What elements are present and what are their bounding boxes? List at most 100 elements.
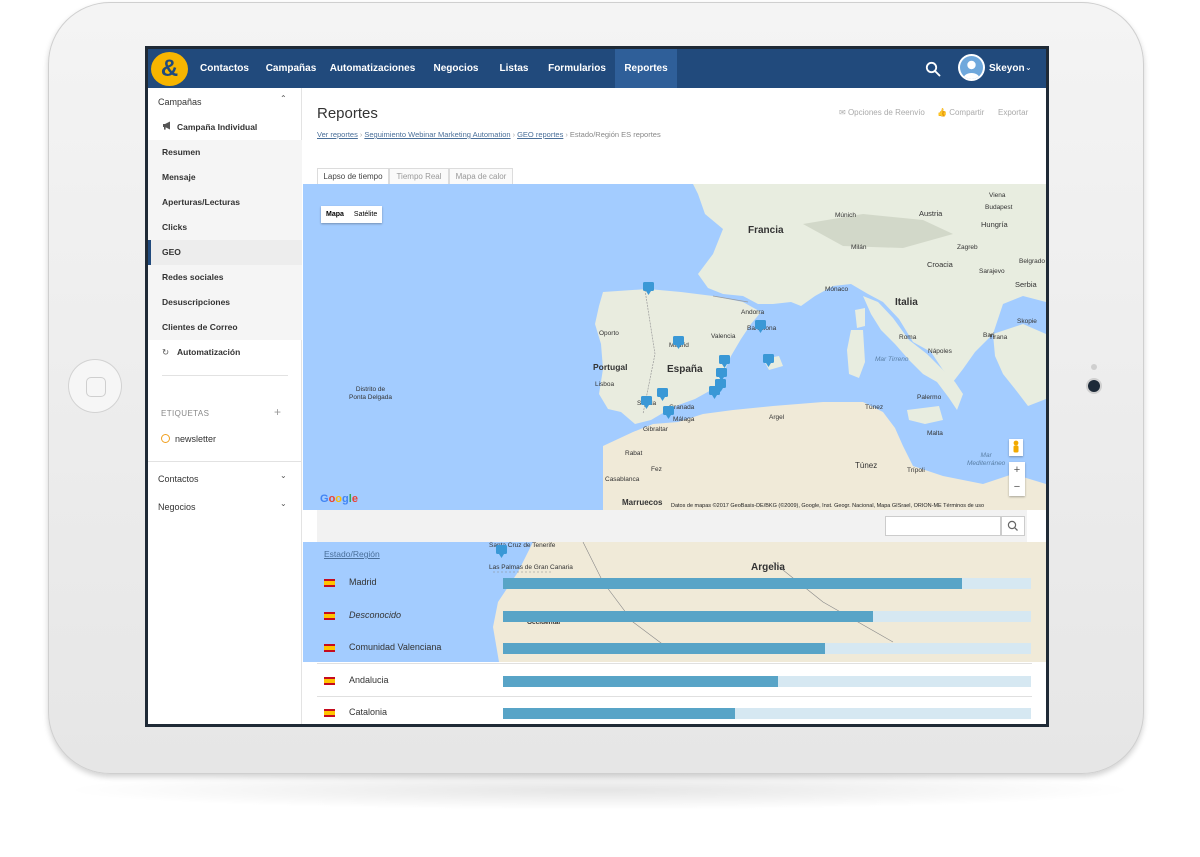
tab-mapa-de-calor[interactable]: Mapa de calor [449, 168, 513, 185]
map-label-fez: Fez [651, 466, 662, 473]
table-row[interactable]: Desconocido [317, 600, 1032, 632]
map-label-andorra: Andorra [741, 309, 765, 316]
sidebar-item-redes-sociales[interactable]: Redes sociales [148, 265, 302, 290]
search-button[interactable] [1001, 516, 1025, 536]
breadcrumb-link[interactable]: GEO reportes [517, 130, 563, 139]
geo-map[interactable]: Mapa Satélite Francia España Portugal Ita… [303, 184, 1046, 510]
map-label-milan: Milán [851, 244, 867, 251]
logo[interactable]: & [151, 52, 188, 86]
map-label-monaco: Mónaco [825, 286, 849, 293]
progress-bar-fill [503, 643, 826, 654]
map-label-portugal: Portugal [593, 362, 628, 372]
map-pin-icon[interactable] [657, 388, 668, 401]
map-pin-icon[interactable] [763, 354, 774, 367]
map-label-rabat: Rabat [625, 450, 643, 457]
table-row[interactable]: Comunidad Valenciana [317, 632, 1032, 664]
sidebar-item-automatizacion[interactable]: ↻ Automatización [148, 340, 302, 365]
breadcrumb-separator: › [359, 130, 363, 139]
map-label-roma: Roma [899, 334, 917, 341]
map-label-tirana: Tirana [989, 334, 1008, 341]
sensor-dot [1091, 364, 1097, 370]
spain-flag-icon [324, 709, 335, 717]
zoom-out-button[interactable]: − [1009, 479, 1025, 496]
sidebar-item-geo[interactable]: GEO [148, 240, 302, 265]
resend-options-button[interactable]: ✉ Opciones de Reenvío [839, 108, 925, 117]
nav-reportes[interactable]: Reportes [615, 49, 677, 88]
map-label-hungria: Hungría [981, 220, 1008, 229]
progress-bar-fill [503, 578, 963, 589]
zoom-control: + − [1009, 462, 1025, 496]
sidebar-item-aperturas[interactable]: Aperturas/Lecturas [148, 190, 302, 215]
home-button [68, 359, 122, 413]
table-row[interactable]: Madrid [317, 567, 1032, 599]
map-type-map-button[interactable]: Mapa [321, 206, 349, 223]
map-pin-icon[interactable] [496, 545, 507, 558]
search-icon[interactable] [925, 61, 941, 77]
sidebar-item-clientes-correo[interactable]: Clientes de Correo [148, 315, 302, 340]
sidebar-item-desuscripciones[interactable]: Desuscripciones [148, 290, 302, 315]
table-row[interactable]: Andalucia [317, 665, 1032, 697]
camera-icon [1088, 380, 1100, 392]
tab-lapso-de-tiempo[interactable]: Lapso de tiempo [317, 168, 389, 185]
nav-campanas[interactable]: Campañas [259, 49, 323, 88]
share-button[interactable]: 👍 Compartir [937, 108, 984, 117]
user-name[interactable]: Skeyon [989, 49, 1025, 88]
map-pin-icon[interactable] [641, 396, 652, 409]
thumbs-up-icon: 👍 [937, 108, 947, 117]
avatar[interactable] [960, 56, 983, 79]
tag-newsletter[interactable]: newsletter [175, 434, 216, 444]
map-pin-icon[interactable] [755, 320, 766, 333]
chevron-down-icon[interactable]: ⌄ [1025, 63, 1032, 72]
map-label-tunez-city: Túnez [865, 404, 884, 411]
nav-listas[interactable]: Listas [493, 49, 535, 88]
resend-label: Opciones de Reenvío [847, 108, 925, 117]
nav-automatizaciones[interactable]: Automatizaciones [327, 49, 418, 88]
tags-label: ETIQUETAS [161, 409, 210, 418]
zoom-in-button[interactable]: + [1009, 462, 1025, 479]
map-pin-icon[interactable] [673, 336, 684, 349]
sidebar-item-campana-individual[interactable]: Campaña Individual [148, 115, 302, 140]
sidebar-item-label: GEO [162, 247, 181, 257]
export-button[interactable]: Exportar [998, 108, 1028, 117]
map-label-malta: Malta [927, 430, 943, 437]
tab-tiempo-real[interactable]: Tiempo Real [389, 168, 449, 185]
search-input[interactable] [885, 516, 1001, 536]
sidebar-section-contactos[interactable]: Contactos [158, 474, 199, 484]
map-label-oporto: Oporto [599, 330, 619, 337]
street-view-pegman-icon[interactable] [1009, 439, 1023, 456]
add-tag-icon[interactable]: + [274, 405, 281, 419]
region-name: Madrid [349, 577, 377, 587]
chevron-up-icon[interactable]: ⌃ [280, 94, 287, 103]
map-credit[interactable]: Datos de mapas ©2017 GeoBasis-DE/BKG (©2… [671, 503, 984, 509]
table-row[interactable]: Catalonia [317, 697, 1032, 724]
tag-circle-icon [161, 434, 170, 443]
sidebar-item-label: Aperturas/Lecturas [162, 197, 240, 207]
breadcrumb-link[interactable]: Seguimiento Webinar Marketing Automation [364, 130, 510, 139]
map-pin-icon[interactable] [643, 282, 654, 295]
sidebar-section-negocios[interactable]: Negocios [158, 502, 196, 512]
map-pin-icon[interactable] [709, 386, 720, 399]
sidebar-section-campanas[interactable]: Campañas [158, 97, 202, 107]
map-pin-icon[interactable] [663, 406, 674, 419]
nav-negocios[interactable]: Negocios [426, 49, 486, 88]
sidebar-item-label: Campaña Individual [177, 122, 258, 132]
chevron-down-icon[interactable]: ⌄ [280, 471, 287, 480]
megaphone-icon [162, 115, 174, 140]
map-type-satellite-button[interactable]: Satélite [349, 206, 382, 223]
column-header-estado-region[interactable]: Estado/Región [324, 549, 380, 559]
google-logo: Google [320, 493, 358, 505]
map-label-malaga: Málaga [673, 416, 695, 423]
breadcrumb-link[interactable]: Ver reportes [317, 130, 358, 139]
nav-contactos[interactable]: Contactos [192, 49, 257, 88]
map-label-napoles: Nápoles [928, 348, 952, 355]
nav-formularios[interactable]: Formularios [542, 49, 612, 88]
spain-flag-icon [324, 644, 335, 652]
map-label-budapest: Budapest [985, 204, 1013, 211]
sidebar-item-resumen[interactable]: Resumen [148, 140, 302, 165]
spain-flag-icon [324, 676, 335, 685]
chevron-down-icon[interactable]: ⌄ [280, 499, 287, 508]
sidebar-item-clicks[interactable]: Clicks [148, 215, 302, 240]
map-label-munich: Múnich [835, 212, 856, 219]
sidebar-item-mensaje[interactable]: Mensaje [148, 165, 302, 190]
map-pin-icon[interactable] [719, 355, 730, 368]
